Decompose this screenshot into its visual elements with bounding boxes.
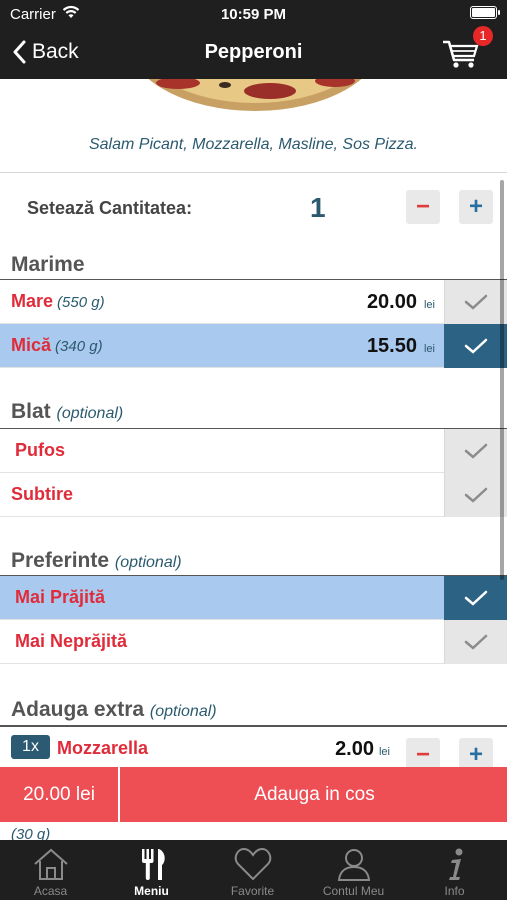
checkmark-icon (464, 443, 488, 459)
clock-label: 10:59 PM (220, 6, 287, 23)
section-title-text: Marime (11, 253, 85, 276)
extra-name: Mozzarella (57, 738, 149, 758)
product-description: Salam Picant, Mozzarella, Masline, Sos P… (88, 136, 418, 153)
section-title-preferinte: Preferinte (optional) (11, 549, 182, 573)
status-bar: Carrier 10:59 PM (0, 0, 507, 28)
extra-currency: lei (378, 746, 390, 758)
extra-quantity-badge: 1x (11, 735, 50, 759)
add-to-cart-bar: 20.00 lei Adauga in cos (0, 767, 507, 822)
quantity-label: Setează Cantitatea: (27, 198, 193, 218)
pizza-image (120, 79, 390, 115)
tab-contul-meu[interactable]: Contul Meu (303, 840, 404, 900)
quantity-value: 1 (310, 192, 326, 223)
select-toggle[interactable] (444, 429, 507, 473)
tab-bar: Acasa Meniu Favorite Contul Meu Info (0, 840, 507, 900)
section-title-extra: Adauga extra (optional) (11, 698, 217, 722)
optional-label: (optional) (149, 703, 217, 720)
option-label: Pufos (15, 440, 66, 460)
tab-label: Favorite (230, 884, 275, 898)
option-label: Mai Prăjită (15, 587, 106, 607)
tab-label: Info (444, 884, 465, 898)
section-title-text: Adauga extra (11, 698, 145, 721)
checkmark-icon (464, 294, 488, 310)
tab-acasa[interactable]: Acasa (0, 840, 101, 900)
user-icon (303, 846, 404, 882)
cart-count-badge: 1 (473, 26, 493, 46)
select-toggle[interactable] (444, 620, 507, 664)
option-currency: lei (423, 343, 435, 355)
tab-meniu[interactable]: Meniu (101, 840, 202, 900)
tab-favorite[interactable]: Favorite (202, 840, 303, 900)
chevron-left-icon (13, 40, 26, 64)
heart-icon (202, 846, 303, 882)
add-to-cart-button[interactable]: Adauga in cos (122, 767, 507, 822)
preference-option-mai-neprajita[interactable]: Mai Neprăjită (0, 620, 507, 664)
section-title-text: Preferinte (11, 549, 110, 572)
tab-label: Meniu (134, 884, 169, 898)
option-label: Mică (11, 335, 52, 355)
tab-label: Contul Meu (322, 884, 385, 898)
product-screen: Carrier 10:59 PM Back Pepperoni 1 Salam … (0, 0, 507, 900)
checkmark-icon (464, 590, 487, 606)
option-name: Mare (550 g) (11, 291, 105, 312)
option-price: 15.50 (366, 335, 417, 357)
quantity-decrease-button[interactable]: − (406, 190, 440, 224)
back-button[interactable]: Back (12, 36, 79, 68)
checkmark-icon (464, 634, 488, 650)
section-title-text: Blat (11, 400, 51, 423)
option-weight: (550 g) (57, 294, 105, 311)
preference-option-mai-prajita[interactable]: Mai Prăjită (0, 576, 507, 620)
tab-info[interactable]: Info (404, 840, 505, 900)
tab-label: Acasa (33, 884, 68, 898)
optional-label: (optional) (56, 405, 124, 422)
select-toggle[interactable] (444, 324, 507, 368)
option-price: 20.00 (366, 291, 417, 313)
checkmark-icon (464, 487, 488, 503)
fork-knife-icon (101, 846, 202, 882)
navigation-bar: Carrier 10:59 PM Back Pepperoni 1 (0, 0, 507, 79)
select-toggle[interactable] (444, 576, 507, 620)
info-icon (404, 846, 505, 882)
crust-option-subtire[interactable]: Subtire (0, 473, 507, 517)
scrollbar[interactable] (500, 180, 504, 580)
extra-item-mozzarella: 1x Mozzarella 2.00 lei − + (0, 726, 507, 772)
select-toggle[interactable] (444, 280, 507, 324)
option-weight: (340 g) (55, 338, 103, 355)
size-option-mare[interactable]: Mare (550 g) 20.00 lei (0, 280, 507, 324)
divider (0, 172, 507, 173)
size-option-mica[interactable]: Mică (340 g) 15.50 lei (0, 324, 507, 368)
section-title-blat: Blat (optional) (11, 400, 123, 424)
extra-price: 2.00 (335, 738, 374, 760)
home-icon (0, 846, 101, 882)
crust-option-pufos[interactable]: Pufos (0, 429, 507, 473)
quantity-increase-button[interactable]: + (459, 190, 493, 224)
option-name: Mică (340 g) (11, 335, 103, 356)
section-title-marime: Marime (11, 253, 85, 277)
total-price: 20.00 lei (0, 767, 120, 822)
option-label: Subtire (11, 484, 74, 504)
select-toggle[interactable] (444, 473, 507, 517)
option-label: Mare (11, 291, 54, 311)
checkmark-icon (464, 338, 487, 354)
option-label: Mai Neprăjită (15, 631, 128, 651)
option-currency: lei (423, 299, 435, 311)
optional-label: (optional) (114, 554, 182, 571)
battery-icon (470, 6, 500, 19)
back-label: Back (32, 40, 79, 63)
